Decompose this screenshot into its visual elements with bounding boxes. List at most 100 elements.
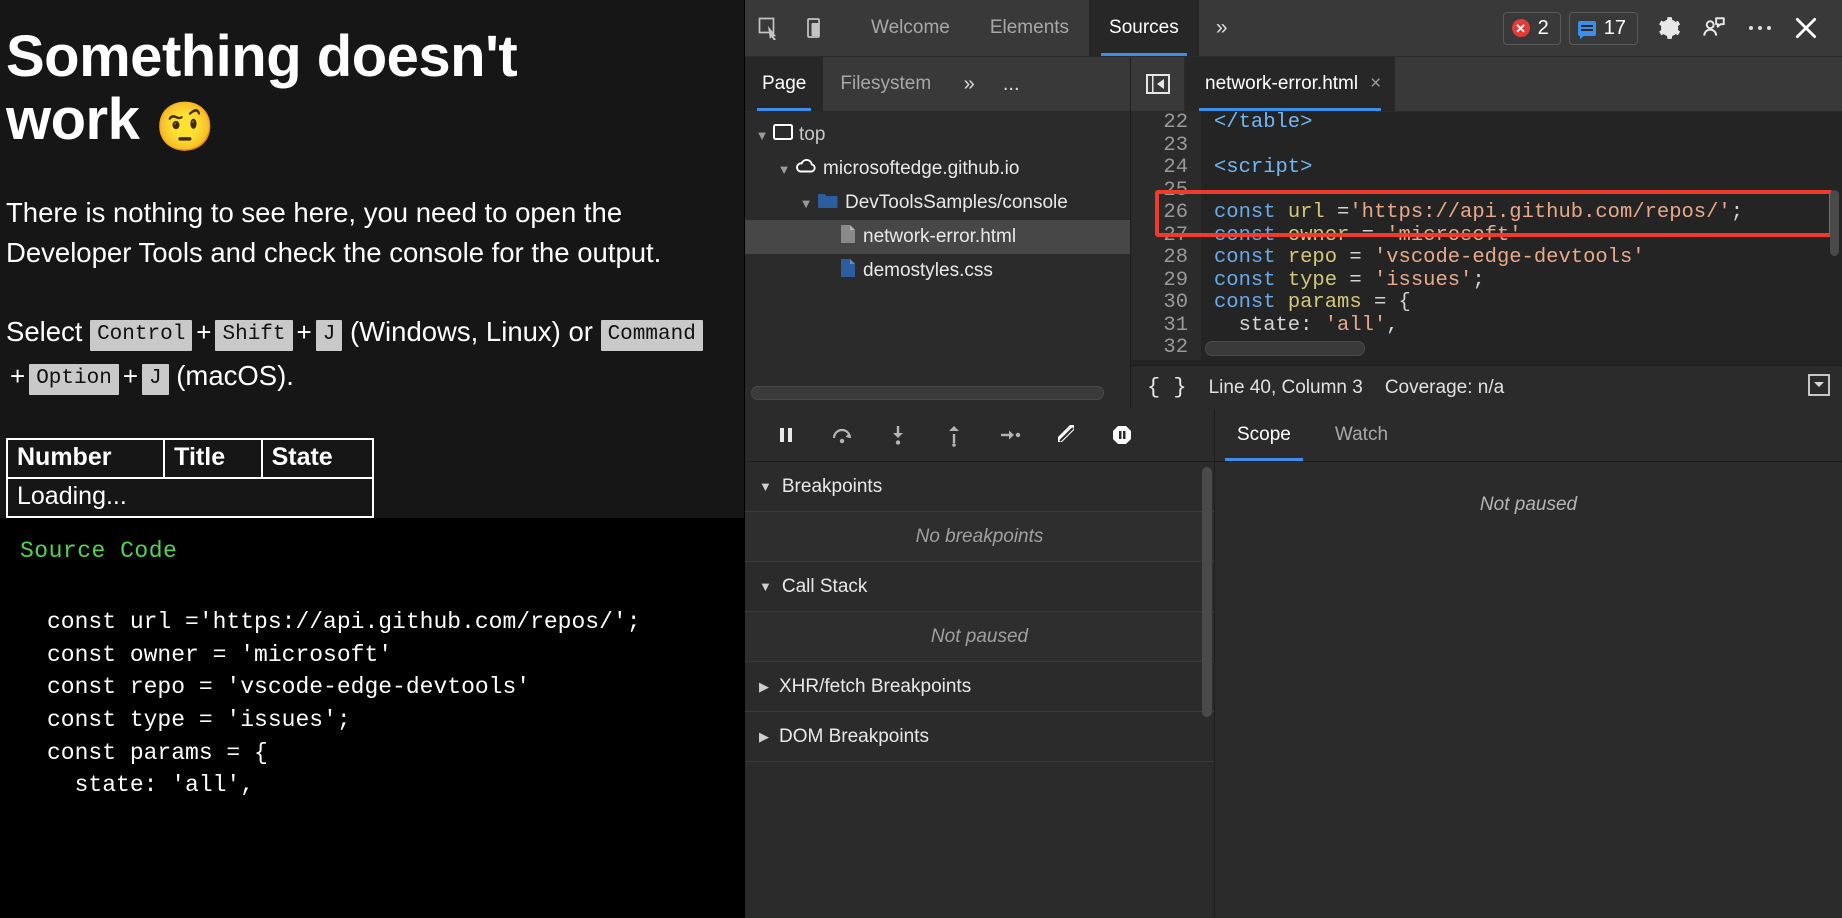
select-label: Select <box>6 316 82 347</box>
tab-sources[interactable]: Sources <box>1089 0 1199 56</box>
gear-icon[interactable] <box>1646 6 1690 50</box>
deactivate-breakpoints-icon[interactable] <box>1041 413 1091 457</box>
nav-tab-page-label: Page <box>762 73 806 95</box>
pretty-print-icon[interactable]: { } <box>1147 375 1187 400</box>
step-over-icon[interactable] <box>817 413 867 457</box>
page-paragraph: There is nothing to see here, you need t… <box>6 193 716 271</box>
device-toolbar-icon[interactable] <box>793 0 841 56</box>
page-title-line1: Something doesn't <box>6 24 517 89</box>
show-more-icon[interactable] <box>1808 374 1842 402</box>
navigator-pane: Page Filesystem » ... ▼ top ▼ <box>745 57 1131 409</box>
more-tabs-icon[interactable]: » <box>1199 0 1245 56</box>
twisty-icon[interactable]: ▼ <box>795 196 817 211</box>
editor-vertical-scrollbar[interactable] <box>1830 190 1839 256</box>
code-line: 29const type = 'issues'; <box>1131 270 1842 293</box>
navigator-more-tabs-icon[interactable]: » <box>948 57 990 111</box>
issues-table: Number Title State Loading... <box>6 438 374 518</box>
show-navigator-icon[interactable] <box>1131 57 1185 111</box>
feedback-icon[interactable] <box>1692 6 1736 50</box>
message-icon <box>1578 21 1596 36</box>
source-code-panel: Source Code const url ='https://api.gith… <box>0 518 744 918</box>
html-file-icon <box>839 224 857 250</box>
error-counter[interactable]: ✕ 2 <box>1503 12 1561 45</box>
code-line: 31 state: 'all', <box>1131 315 1842 338</box>
kbd-option: Option <box>29 364 119 395</box>
code-line: 22</table> <box>1131 112 1842 135</box>
column-header-title: Title <box>164 439 261 478</box>
step-out-icon[interactable] <box>929 413 979 457</box>
caret-icon: ▶ <box>759 679 769 695</box>
toolbar-right-group: ✕ 2 17 <box>1503 0 1842 56</box>
message-counter[interactable]: 17 <box>1569 12 1638 45</box>
twisty-icon[interactable]: ▼ <box>773 162 795 177</box>
nav-tab-page[interactable]: Page <box>745 57 823 111</box>
line-number: 22 <box>1131 112 1201 135</box>
tree-item-folder[interactable]: ▼ DevToolsSamples/console <box>745 186 1130 220</box>
tree-item-network-error-html[interactable]: network-error.html <box>745 220 1130 254</box>
tab-welcome[interactable]: Welcome <box>851 0 970 56</box>
line-content: <script> <box>1201 157 1312 180</box>
kbd-control: Control <box>90 320 192 351</box>
debugger-vertical-scrollbar[interactable] <box>1202 467 1212 717</box>
line-content <box>1201 180 1214 203</box>
pause-script-execution-icon[interactable] <box>761 413 811 457</box>
line-number: 28 <box>1131 247 1201 270</box>
code-lines: 22</table> 23 24<script> 25 26const url … <box>1131 112 1842 360</box>
step-icon[interactable] <box>985 413 1035 457</box>
plus-sign: + <box>119 361 142 391</box>
editor-tab-label: network-error.html <box>1205 73 1358 95</box>
line-content: const url ='https://api.github.com/repos… <box>1201 202 1743 225</box>
section-header-breakpoints[interactable]: ▼ Breakpoints <box>745 462 1214 512</box>
tree-item-domain[interactable]: ▼ microsoftedge.github.io <box>745 152 1130 186</box>
line-number: 31 <box>1131 315 1201 338</box>
line-number: 30 <box>1131 292 1201 315</box>
devtools-panel: Welcome Elements Sources » ✕ 2 17 <box>744 0 1842 918</box>
tree-item-demostyles-css[interactable]: demostyles.css <box>745 254 1130 288</box>
plus-sign: + <box>192 317 215 347</box>
inspect-element-icon[interactable] <box>745 0 793 56</box>
section-header-call-stack[interactable]: ▼ Call Stack <box>745 562 1214 612</box>
line-content: state: 'all', <box>1201 315 1399 338</box>
source-code-text: const url ='https://api.github.com/repos… <box>20 606 744 802</box>
table-loading-cell: Loading... <box>7 478 373 517</box>
section-body-call-stack: Not paused <box>745 612 1214 662</box>
line-content: const owner = 'microsoft' <box>1201 225 1522 248</box>
twisty-icon[interactable]: ▼ <box>751 128 773 143</box>
section-header-dom-breakpoints[interactable]: ▶ DOM Breakpoints <box>745 712 1214 762</box>
step-into-icon[interactable] <box>873 413 923 457</box>
line-content: const params = { <box>1201 292 1411 315</box>
tree-item-top[interactable]: ▼ top <box>745 118 1130 152</box>
line-content: const type = 'issues'; <box>1201 270 1485 293</box>
page-file-tree: ▼ top ▼ microsoftedge.github.io ▼ D <box>745 112 1130 409</box>
close-tab-icon[interactable]: × <box>1370 73 1381 95</box>
code-editor[interactable]: 22</table> 23 24<script> 25 26const url … <box>1131 112 1842 365</box>
section-title: XHR/fetch Breakpoints <box>779 676 971 698</box>
line-number: 32 <box>1131 337 1201 360</box>
code-line: 26const url ='https://api.github.com/rep… <box>1131 202 1842 225</box>
tab-watch[interactable]: Watch <box>1313 409 1410 461</box>
pause-on-exceptions-icon[interactable] <box>1097 413 1147 457</box>
close-icon[interactable] <box>1784 6 1828 50</box>
code-line: 25 <box>1131 180 1842 203</box>
more-options-icon[interactable] <box>1738 6 1782 50</box>
line-content <box>1201 135 1214 158</box>
scope-pane: Scope Watch Not paused <box>1215 409 1842 918</box>
editor-status-bar: { } Line 40, Column 3 Coverage: n/a <box>1131 365 1842 409</box>
tab-watch-label: Watch <box>1335 424 1388 446</box>
tab-elements[interactable]: Elements <box>970 0 1089 56</box>
line-number: 26 <box>1131 202 1201 225</box>
section-header-xhr-breakpoints[interactable]: ▶ XHR/fetch Breakpoints <box>745 662 1214 712</box>
code-line: 30const params = { <box>1131 292 1842 315</box>
section-title: DOM Breakpoints <box>779 726 929 748</box>
tab-scope[interactable]: Scope <box>1215 409 1313 461</box>
navigator-more-options-icon[interactable]: ... <box>990 57 1032 111</box>
section-title: Breakpoints <box>782 476 882 498</box>
section-body-breakpoints: No breakpoints <box>745 512 1214 562</box>
plus-sign: + <box>6 361 29 391</box>
navigator-horizontal-scrollbar[interactable] <box>751 386 1104 400</box>
nav-tab-filesystem[interactable]: Filesystem <box>823 57 948 111</box>
editor-horizontal-scrollbar[interactable] <box>1205 341 1365 356</box>
editor-tab-network-error-html[interactable]: network-error.html × <box>1185 57 1395 111</box>
tree-item-label: demostyles.css <box>863 260 993 282</box>
line-number: 25 <box>1131 180 1201 203</box>
